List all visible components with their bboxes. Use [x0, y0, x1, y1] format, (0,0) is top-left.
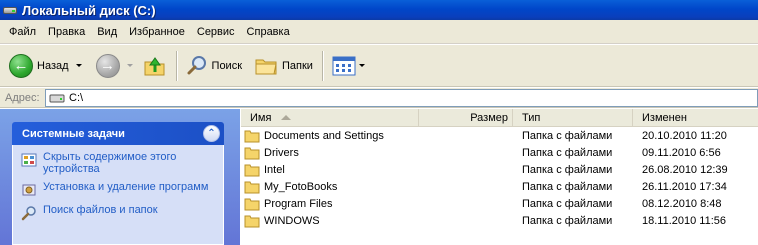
file-row[interactable]: Program Files Папка с файлами 08.12.2010… [241, 195, 758, 212]
column-header-row: Имя Размер Тип Изменен [241, 108, 758, 127]
back-label: Назад [37, 59, 69, 72]
system-tasks-panel: Системные задачи ⌃ Скрыть содержимое это… [12, 122, 224, 245]
forward-button[interactable]: → [93, 49, 136, 83]
task-pane: Системные задачи ⌃ Скрыть содержимое это… [0, 109, 240, 245]
folder-icon [244, 181, 260, 193]
task-search-files-label: Поиск файлов и папок [43, 204, 158, 216]
folders-button[interactable]: Папки [251, 49, 316, 83]
forward-dropdown-icon[interactable] [126, 64, 133, 67]
search-button[interactable]: Поиск [183, 49, 245, 83]
search-icon [21, 206, 36, 221]
file-modified: 26.08.2010 12:39 [642, 163, 728, 176]
back-button[interactable]: ← Назад [6, 49, 85, 83]
toolbar-separator [175, 50, 177, 81]
task-hide-contents-label: Скрыть содержимое этого устройства [43, 151, 177, 175]
file-type: Папка с файлами [522, 163, 613, 176]
toolbar: ← Назад → Поиск Папки [0, 45, 758, 87]
menu-edit[interactable]: Правка [42, 20, 91, 44]
file-modified: 09.11.2010 6:56 [642, 146, 721, 159]
column-type[interactable]: Тип [513, 108, 633, 127]
file-modified: 20.10.2010 11:20 [642, 129, 727, 142]
folder-icon [244, 130, 260, 142]
task-search-files[interactable]: Поиск файлов и папок [21, 204, 215, 221]
file-name: Intel [264, 163, 285, 176]
file-modified: 18.11.2010 11:56 [642, 214, 727, 227]
menu-bar: Файл Правка Вид Избранное Сервис Справка [0, 20, 758, 44]
file-type: Папка с файлами [522, 180, 613, 193]
address-label: Адрес: [5, 91, 40, 104]
menu-file[interactable]: Файл [3, 20, 42, 44]
address-value: C:\ [69, 91, 84, 104]
menu-favorites[interactable]: Избранное [123, 20, 191, 44]
search-label: Поиск [211, 59, 243, 72]
menu-tools[interactable]: Сервис [191, 20, 241, 44]
drive-icon [49, 94, 65, 102]
address-bar: Адрес: C:\ [0, 88, 758, 108]
views-dropdown-icon[interactable] [358, 64, 365, 67]
file-type: Папка с файлами [522, 129, 613, 142]
hide-contents-icon [21, 153, 37, 167]
file-type: Папка с файлами [522, 214, 613, 227]
file-type: Папка с файлами [522, 197, 613, 210]
window-title: Локальный диск (C:) [22, 2, 156, 18]
file-name: Drivers [264, 146, 299, 159]
file-row[interactable]: WINDOWS Папка с файлами 18.11.2010 11:56 [241, 212, 758, 229]
drive-icon [2, 3, 18, 17]
back-dropdown-icon[interactable] [75, 64, 82, 67]
file-row[interactable]: Documents and Settings Папка с файлами 2… [241, 127, 758, 144]
file-row[interactable]: Intel Папка с файлами 26.08.2010 12:39 [241, 161, 758, 178]
file-name: Documents and Settings [264, 129, 384, 142]
task-add-remove-programs-label: Установка и удаление программ [43, 181, 209, 193]
forward-arrow-icon: → [95, 53, 120, 78]
add-remove-programs-icon [22, 184, 36, 196]
file-name: My_FotoBooks [264, 180, 338, 193]
collapse-chevron-icon[interactable]: ⌃ [203, 125, 220, 142]
toolbar-separator [321, 50, 323, 81]
column-modified[interactable]: Изменен [633, 109, 758, 127]
address-field[interactable]: C:\ [45, 88, 758, 107]
up-button[interactable] [140, 49, 170, 83]
file-modified: 08.12.2010 8:48 [642, 197, 722, 210]
folder-icon [244, 198, 260, 210]
column-name[interactable]: Имя [241, 108, 419, 127]
file-name: Program Files [264, 197, 333, 210]
back-arrow-icon: ← [9, 53, 33, 78]
file-type: Папка с файлами [522, 146, 613, 159]
file-list: Имя Размер Тип Изменен Documents and Set… [241, 108, 758, 245]
column-size[interactable]: Размер [419, 108, 513, 127]
file-modified: 26.11.2010 17:34 [642, 180, 727, 193]
folder-icon [244, 215, 260, 227]
system-tasks-header[interactable]: Системные задачи ⌃ [12, 122, 224, 145]
views-button[interactable] [329, 49, 368, 83]
file-row[interactable]: Drivers Папка с файлами 09.11.2010 6:56 [241, 144, 758, 161]
sort-ascending-icon [281, 114, 291, 120]
task-add-remove-programs[interactable]: Установка и удаление программ [21, 181, 215, 198]
folder-up-icon [144, 56, 165, 75]
magnifier-icon [187, 55, 206, 74]
views-icon [332, 56, 356, 75]
system-tasks-body: Скрыть содержимое этого устройства Устан… [12, 145, 224, 245]
folders-icon [255, 59, 277, 74]
menu-view[interactable]: Вид [91, 20, 123, 44]
menu-help[interactable]: Справка [241, 20, 296, 44]
task-hide-contents[interactable]: Скрыть содержимое этого устройства [21, 151, 215, 175]
system-tasks-title: Системные задачи [22, 127, 125, 140]
folder-icon [244, 164, 260, 176]
column-name-label: Имя [250, 111, 272, 124]
title-bar[interactable]: Локальный диск (C:) [0, 0, 758, 20]
file-row[interactable]: My_FotoBooks Папка с файлами 26.11.2010 … [241, 178, 758, 195]
folders-label: Папки [282, 59, 313, 72]
file-name: WINDOWS [264, 214, 320, 227]
folder-icon [244, 147, 260, 159]
